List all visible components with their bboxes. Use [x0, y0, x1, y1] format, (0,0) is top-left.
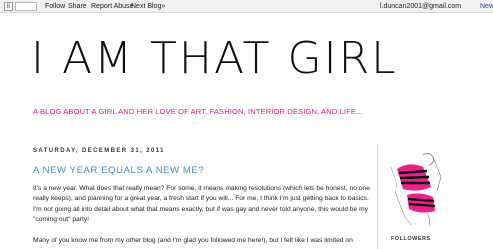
post-paragraph: Many of you know me from my other blog (… — [33, 237, 353, 245]
report-abuse-link[interactable]: Report Abuse — [91, 0, 133, 13]
navbar-search-input[interactable] — [15, 2, 37, 11]
post-paragraph: It's a new year. What does that really m… — [33, 185, 370, 223]
post-title-link[interactable]: A NEW YEAR EQUALS A NEW ME? — [33, 165, 204, 176]
fashion-girl-illustration-icon — [389, 147, 444, 227]
blogger-navbar: Follow Share Report Abuse Next Blog» l.d… — [0, 0, 493, 13]
blogger-logo-icon[interactable] — [4, 2, 13, 11]
followers-heading: FOLLOWERS — [391, 236, 431, 242]
new-post-link[interactable]: New — [480, 0, 493, 13]
sidebar-divider — [377, 144, 378, 249]
follow-link[interactable]: Follow — [45, 0, 65, 13]
post-date: SATURDAY, DECEMBER 31, 2011 — [33, 148, 165, 154]
next-blog-link[interactable]: Next Blog» — [131, 0, 165, 13]
user-email: l.duncan2001@gmail.com — [380, 3, 462, 10]
sidebar-illustration — [389, 147, 444, 227]
blog-description: A BLOG ABOUT A GIRL AND HER LOVE OF ART,… — [33, 107, 363, 116]
post-body: It's a new year. What does that really m… — [33, 184, 373, 249]
share-link[interactable]: Share — [68, 0, 87, 13]
blog-title[interactable]: I AM THAT GIRL — [31, 34, 398, 84]
